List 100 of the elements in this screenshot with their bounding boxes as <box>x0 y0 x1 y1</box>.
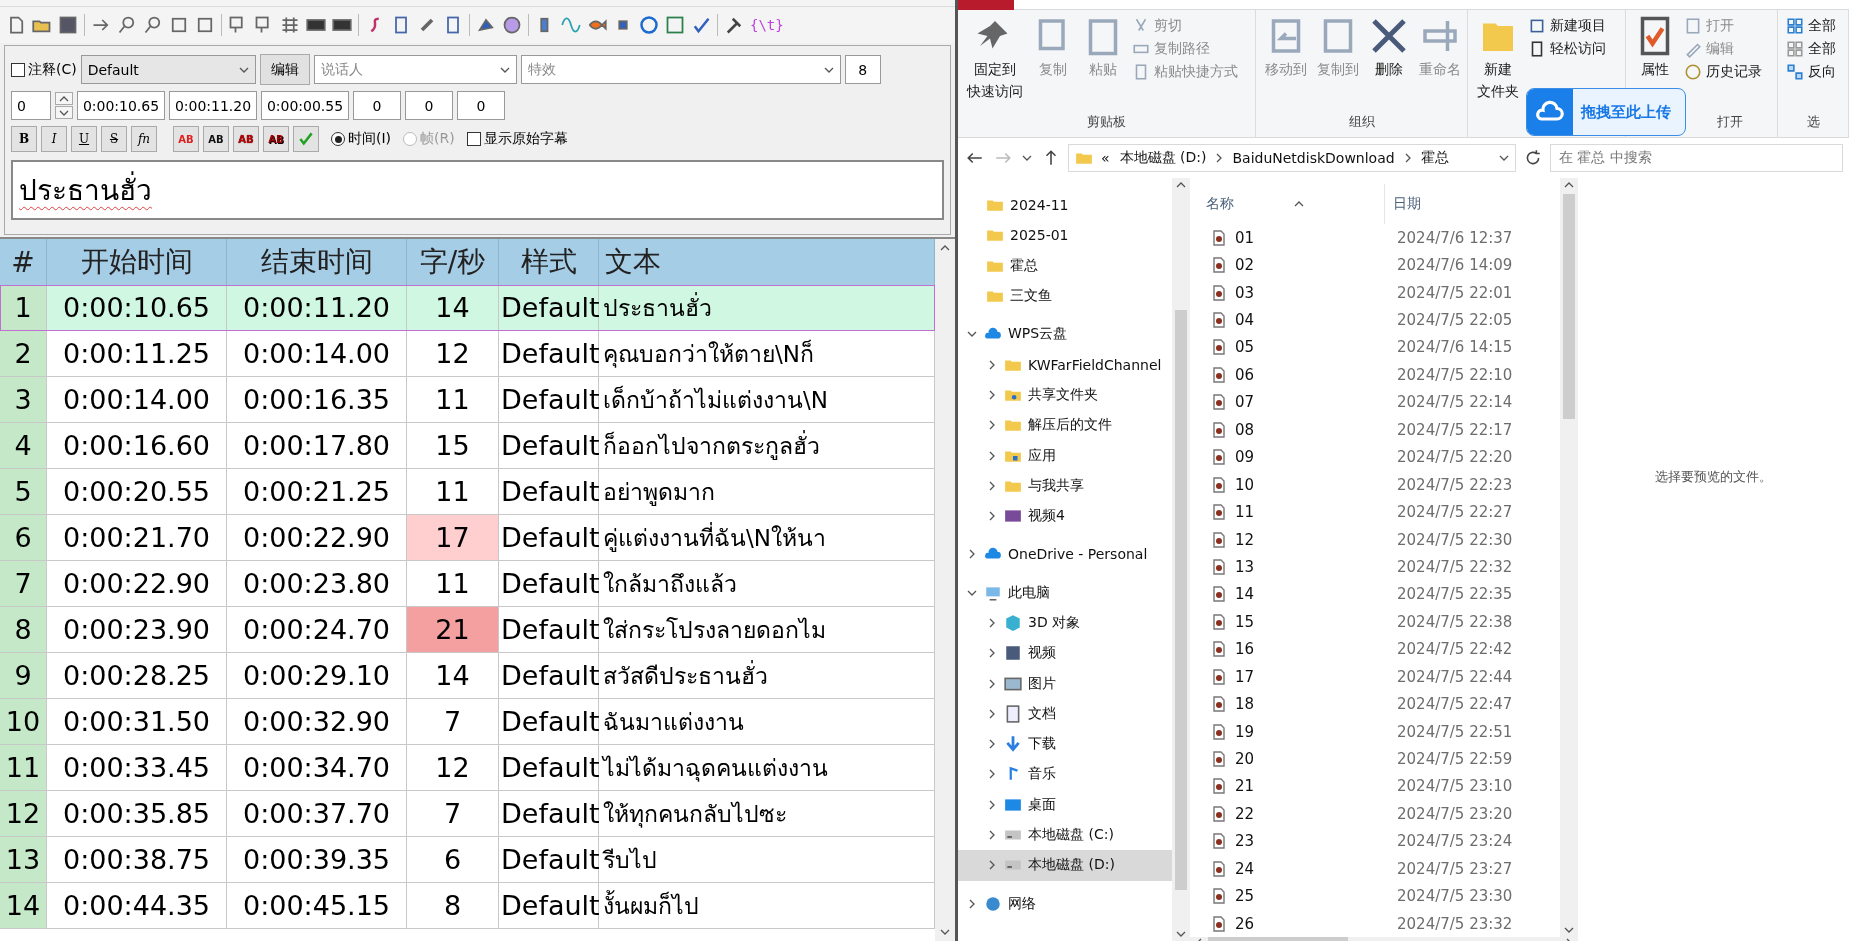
effect-select[interactable]: 特效 <box>520 55 841 84</box>
format-button[interactable]: S <box>101 126 127 152</box>
column-header[interactable]: 日期 <box>1393 195 1421 213</box>
spin-down-button[interactable] <box>55 106 73 119</box>
nav-item[interactable]: WPS云盘 <box>958 319 1172 350</box>
file-name[interactable]: 06 <box>1235 365 1255 384</box>
nav-item[interactable]: 2024-11 <box>958 190 1172 221</box>
file-name[interactable]: 07 <box>1235 393 1255 412</box>
duration-field[interactable]: 0:00:00.55 <box>261 91 349 120</box>
file-name[interactable]: 23 <box>1235 832 1255 851</box>
color-button[interactable]: AB <box>263 126 289 152</box>
subtitle-row[interactable]: 12 0:00:35.85 0:00:37.70 7 Defaultให้ทุกคนกลับไปซะ <box>0 791 935 837</box>
subtitle-row[interactable]: 11 0:00:33.45 0:00:34.70 12 Defaultไม่ได้มาฉุดคนแต่งงาน <box>0 745 935 791</box>
file-name[interactable]: 10 <box>1235 475 1255 494</box>
subtitle-row[interactable]: 3 0:00:14.00 0:00:16.35 11 Default เด็กบ้าถ้าไม่แต่งงาน\N <box>0 377 935 423</box>
overflow-button[interactable]: « <box>1099 150 1112 166</box>
margin-field[interactable]: 0 <box>353 91 401 120</box>
file-name[interactable]: 24 <box>1235 859 1255 878</box>
format-button[interactable]: U <box>71 126 97 152</box>
file-name[interactable]: 08 <box>1235 420 1255 439</box>
ribbon-button[interactable]: 属性 <box>1632 14 1678 81</box>
nav-item[interactable]: 霍总 <box>958 250 1172 281</box>
subtitle-row[interactable]: 14 0:00:44.35 0:00:45.15 8 Default งั้นผมก็ไป <box>0 883 935 929</box>
margin-field[interactable]: 0 <box>457 91 505 120</box>
nav-item[interactable]: 与我共享 <box>958 470 1172 501</box>
color-button[interactable]: AB <box>173 126 199 152</box>
file-name[interactable]: 14 <box>1235 585 1255 604</box>
color-button[interactable]: AB <box>203 126 229 152</box>
format-button[interactable]: fn <box>131 126 157 152</box>
subtitle-row[interactable]: 10 0:00:31.50 0:00:32.90 7 Default ฉันมาแต่งงาน <box>0 699 935 745</box>
upload-button[interactable]: 拖拽至此上传 <box>1526 88 1686 136</box>
show-original-checkbox[interactable]: 显示原始字幕 <box>466 130 568 148</box>
ribbon-button[interactable]: 删除 <box>1366 14 1412 81</box>
nav-item[interactable]: 本地磁盘 (D:) <box>958 850 1172 881</box>
mode-radio[interactable]: 时间(I) <box>331 130 392 148</box>
breadcrumb[interactable]: BaiduNetdiskDownload <box>1230 150 1397 166</box>
format-button[interactable]: I <box>41 126 67 152</box>
file-name[interactable]: 04 <box>1235 311 1255 330</box>
column-header[interactable]: 名称 <box>1206 195 1234 213</box>
file-name[interactable]: 21 <box>1235 777 1255 796</box>
ribbon-button[interactable]: 新建 文件夹 <box>1474 14 1522 103</box>
file-name[interactable]: 26 <box>1235 914 1255 933</box>
subtitle-row[interactable]: 2 0:00:11.25 0:00:14.00 12 Default คุณบอกว่าให้ตาย\Nก็ <box>0 331 935 377</box>
nav-item[interactable]: OneDrive - Personal <box>958 539 1172 570</box>
nav-item[interactable]: 网络 <box>958 888 1172 919</box>
file-name[interactable]: 22 <box>1235 804 1255 823</box>
nav-item[interactable]: 解压后的文件 <box>958 410 1172 441</box>
style-select[interactable]: Default <box>80 55 256 84</box>
file-name[interactable]: 16 <box>1235 640 1255 659</box>
file-name[interactable]: 05 <box>1235 338 1255 357</box>
file-name[interactable]: 25 <box>1235 887 1255 906</box>
ribbon-button[interactable]: 历史记录 <box>1682 62 1764 82</box>
file-name[interactable]: 20 <box>1235 750 1255 769</box>
subtitle-row[interactable]: 13 0:00:38.75 0:00:39.35 6 Defaultรีบไป <box>0 837 935 883</box>
file-name[interactable]: 11 <box>1235 503 1255 522</box>
ribbon-button[interactable]: 新建项目 <box>1526 16 1608 36</box>
actor-select[interactable]: 说话人 <box>313 55 517 84</box>
nav-item[interactable]: 音乐 <box>958 759 1172 790</box>
file-tab[interactable] <box>958 0 1014 10</box>
file-name[interactable]: 17 <box>1235 667 1255 686</box>
nav-item[interactable]: 应用 <box>958 440 1172 471</box>
scrollbar[interactable] <box>1172 178 1190 941</box>
nav-item[interactable]: 下载 <box>958 729 1172 760</box>
nav-item[interactable]: 文档 <box>958 698 1172 730</box>
subtitle-text-field[interactable]: ประธานฮั่ว <box>11 160 944 220</box>
subtitle-row[interactable]: 5 0:00:20.55 0:00:21.25 11 Default อย่าพูดมาก <box>0 469 935 515</box>
breadcrumb[interactable]: 本地磁盘 (D:) <box>1117 149 1209 167</box>
subtitle-row[interactable]: 7 0:00:22.90 0:00:23.80 11 Defaultใกล้มาถึงแล้ว <box>0 561 935 607</box>
nav-item[interactable]: KWFarFieldChannel <box>958 349 1172 380</box>
file-name[interactable]: 18 <box>1235 695 1255 714</box>
tag-button[interactable]: {\t} <box>750 17 784 33</box>
file-name[interactable]: 19 <box>1235 722 1255 741</box>
file-name[interactable]: 01 <box>1235 228 1255 247</box>
subtitle-row[interactable]: 8 0:00:23.90 0:00:24.70 21 Defaultใส่กระโปรงลายดอกไม <box>0 607 935 653</box>
spin-up-button[interactable] <box>55 92 73 105</box>
subtitle-row[interactable]: 6 0:00:21.70 0:00:22.90 17 Default คู่แต่งงานที่ฉัน\Nให้นา <box>0 515 935 561</box>
commit-button[interactable] <box>293 126 319 152</box>
nav-item[interactable]: 本地磁盘 (C:) <box>958 819 1172 851</box>
margin-field[interactable]: 0 <box>405 91 453 120</box>
scrollbar-thumb[interactable] <box>1563 194 1575 419</box>
nav-item[interactable]: 2025-01 <box>958 220 1172 251</box>
comment-checkbox[interactable]: 注释(C) <box>11 60 77 79</box>
file-name[interactable]: 12 <box>1235 530 1255 549</box>
margin-field[interactable]: 8 <box>844 55 881 84</box>
edit-button[interactable]: 编辑 <box>259 54 310 85</box>
nav-item[interactable]: 视频4 <box>958 500 1172 532</box>
scrollbar[interactable] <box>935 239 955 941</box>
scrollbar-thumb[interactable] <box>1175 310 1187 890</box>
address-bar[interactable]: « 本地磁盘 (D:) BaiduNetdiskDownload 霍总 <box>1068 144 1516 172</box>
nav-item[interactable]: 图片 <box>958 668 1172 699</box>
search-field[interactable]: 在 霍总 中搜索 <box>1550 144 1843 172</box>
nav-item[interactable]: 桌面 <box>958 789 1172 820</box>
scrollbar[interactable] <box>1560 178 1578 938</box>
nav-item[interactable]: 此电脑 <box>958 577 1172 608</box>
format-button[interactable]: B <box>11 126 37 152</box>
nav-item[interactable]: 3D 对象 <box>958 607 1172 639</box>
nav-item[interactable]: 视频 <box>958 638 1172 669</box>
nav-item[interactable]: 共享文件夹 <box>958 379 1172 411</box>
layer-field[interactable]: 0 <box>11 91 51 120</box>
subtitle-row[interactable]: 1 0:00:10.65 0:00:11.20 14 Default ประธานฮั่ว <box>0 285 935 331</box>
